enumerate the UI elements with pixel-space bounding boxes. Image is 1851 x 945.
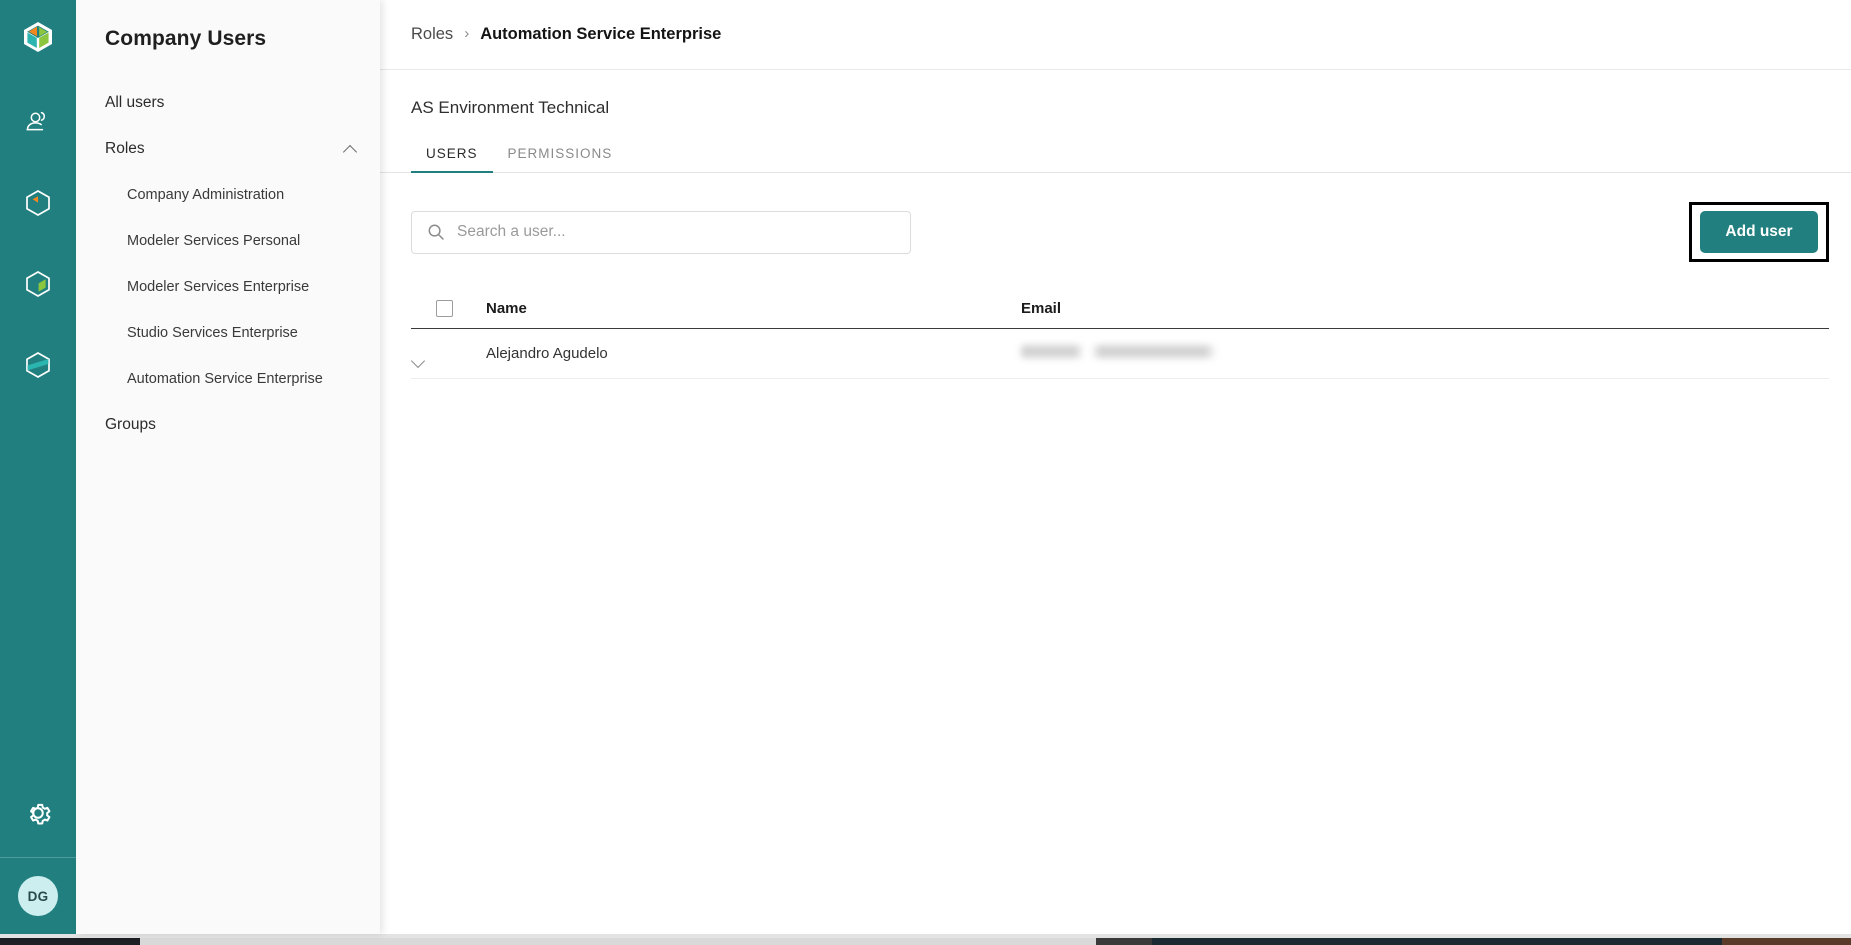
- cell-name: Alejandro Agudelo: [486, 345, 608, 362]
- sidebar-item-label: All users: [105, 94, 165, 111]
- taskbar-segment-5: [1722, 938, 1851, 945]
- add-user-highlight-box: Add user: [1689, 202, 1829, 262]
- role-name: AS Environment Technical: [411, 98, 610, 117]
- navigation-panel: Company Users All users Roles Company Ad…: [76, 0, 380, 934]
- sidebar-item-studio-services-enterprise[interactable]: Studio Services Enterprise: [76, 310, 380, 356]
- sidebar-item-label: Roles: [105, 140, 145, 157]
- toolbar: Add user: [380, 202, 1851, 262]
- avatar-container: DG: [0, 858, 76, 934]
- cube-teal-icon: [26, 352, 50, 378]
- tab-permissions[interactable]: PERMISSIONS: [493, 146, 628, 172]
- header-select-all: [436, 300, 486, 317]
- rail-item-company-users[interactable]: [18, 102, 58, 142]
- settings-button[interactable]: [18, 793, 58, 833]
- taskbar-segment-4: [1096, 938, 1152, 945]
- sidebar-item-groups[interactable]: Groups: [76, 402, 380, 448]
- sidebar-item-label: Studio Services Enterprise: [127, 325, 298, 341]
- sidebar-item-modeler-services-enterprise[interactable]: Modeler Services Enterprise: [76, 264, 380, 310]
- main-content: Roles › Automation Service Enterprise AS…: [380, 0, 1851, 934]
- breadcrumb-current: Automation Service Enterprise: [480, 25, 722, 43]
- sidebar-item-label: Groups: [105, 416, 156, 433]
- rail-item-automation-services[interactable]: [18, 345, 58, 385]
- page-title: Company Users: [105, 27, 267, 50]
- users-icon: [26, 111, 45, 131]
- left-icon-rail: DG: [0, 0, 76, 934]
- avatar[interactable]: DG: [18, 876, 58, 916]
- rail-item-modeler-services[interactable]: [18, 183, 58, 223]
- cube-orange-icon: [26, 190, 50, 216]
- add-user-button[interactable]: Add user: [1700, 211, 1818, 253]
- table-header-row: Name Email: [411, 289, 1829, 329]
- sidebar-item-all-users[interactable]: All users: [76, 80, 380, 126]
- sidebar-item-label: Modeler Services Personal: [127, 233, 301, 249]
- cube-logo[interactable]: [19, 18, 57, 56]
- gear-icon: [30, 803, 51, 825]
- table-row[interactable]: Alejandro Agudelo: [411, 329, 1829, 379]
- select-all-checkbox[interactable]: [436, 300, 453, 317]
- sidebar-item-automation-service-enterprise[interactable]: Automation Service Enterprise: [76, 356, 380, 402]
- taskbar-segment-3: [1152, 938, 1722, 945]
- email-redacted-blur: [1021, 345, 1217, 358]
- os-taskbar-sliver: [0, 934, 1851, 945]
- chevron-up-icon[interactable]: [344, 142, 358, 156]
- breadcrumb-parent[interactable]: Roles: [411, 25, 453, 44]
- search-input[interactable]: [445, 223, 910, 241]
- cube-green-icon: [26, 271, 50, 297]
- header-name[interactable]: Name: [486, 300, 1021, 317]
- sidebar-item-company-administration[interactable]: Company Administration: [76, 172, 380, 218]
- tab-bar: USERS PERMISSIONS: [380, 146, 1851, 173]
- app-root: DG Company Users All users Roles Company…: [0, 0, 1851, 945]
- sidebar-item-label: Modeler Services Enterprise: [127, 279, 310, 295]
- sidebar-nav-list: All users Roles Company Administration M…: [76, 80, 380, 448]
- header-email[interactable]: Email: [1021, 300, 1829, 317]
- sidebar-item-label: Automation Service Enterprise: [127, 371, 323, 387]
- taskbar-segment-2: [140, 938, 1152, 945]
- chevron-right-icon: ›: [464, 25, 470, 42]
- rail-item-studio-services[interactable]: [18, 264, 58, 304]
- users-table: Name Email Alejandro Agudelo: [380, 289, 1851, 379]
- sidebar-item-modeler-services-personal[interactable]: Modeler Services Personal: [76, 218, 380, 264]
- sidebar-item-label: Company Administration: [127, 187, 285, 203]
- tab-users[interactable]: USERS: [411, 146, 493, 173]
- rail-item-list: [0, 102, 76, 385]
- search-box[interactable]: [411, 210, 911, 254]
- sidebar-item-roles[interactable]: Roles: [76, 126, 380, 172]
- search-icon: [427, 223, 445, 241]
- breadcrumb: Roles › Automation Service Enterprise: [380, 0, 1851, 70]
- cell-email: [1021, 345, 1829, 362]
- taskbar-segment-1: [0, 938, 140, 945]
